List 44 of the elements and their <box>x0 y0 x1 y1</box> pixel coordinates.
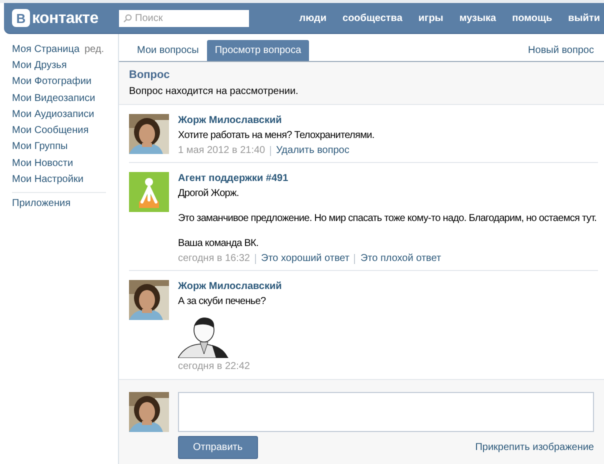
action-link[interactable]: Это плохой ответ <box>354 254 442 264</box>
tab[interactable]: Мои вопросы <box>129 40 207 61</box>
tab[interactable]: Просмотр вопроса <box>206 40 310 61</box>
sidebar-link[interactable]: Моя Страница <box>12 42 80 56</box>
author-link[interactable]: Жорж Милославский <box>178 114 374 127</box>
nav-link[interactable]: сообщества <box>334 12 410 24</box>
message-text: А за скуби печенье? <box>178 295 267 308</box>
attach-image-link[interactable]: Прикрепить изображение <box>475 441 594 454</box>
sidebar-link[interactable]: Мои Группы <box>12 140 68 154</box>
author-link[interactable]: Агент поддержки #491 <box>178 172 597 185</box>
message-text: Это заманчивое предложение. Но мир спасать тоже кому-то надо. Благодарим, но остаемся тут. <box>178 212 597 225</box>
nav-link[interactable]: музыка <box>451 12 504 24</box>
sidebar-link[interactable]: Мои Видеозаписи <box>12 92 96 105</box>
message-text: Дрогой Жорж. <box>178 187 240 200</box>
nav-link[interactable]: люди <box>291 12 335 24</box>
logo-text[interactable]: контакте <box>32 12 98 24</box>
sidebar-link[interactable]: Приложения <box>12 197 71 210</box>
new-question-link[interactable]: Новый вопрос <box>528 40 594 61</box>
action-link[interactable]: Это хороший ответ <box>255 254 350 264</box>
question-title: Вопрос <box>129 69 171 82</box>
logo-mark[interactable]: В <box>12 9 30 27</box>
sidebar-link[interactable]: Мои Друзья <box>12 58 67 72</box>
timestamp: 1 мая 2012 в 21:40 <box>178 144 266 157</box>
nav-link[interactable]: помощь <box>504 12 560 24</box>
edit-link[interactable]: ред. <box>84 42 104 56</box>
search-icon <box>123 14 132 22</box>
message-text: Хотите работать на меня? Телохранителями. <box>178 129 374 142</box>
send-button[interactable]: Отправить <box>178 436 258 459</box>
sidebar-link[interactable]: Мои Новости <box>12 156 74 170</box>
timestamp: сегодня в 16:32 <box>178 252 250 265</box>
nav-link[interactable]: выйти <box>560 12 604 24</box>
sidebar-link[interactable]: Мои Сообщения <box>12 124 89 138</box>
message-text: Ваша команда ВК. <box>178 237 260 250</box>
support-logo-icon <box>129 172 169 212</box>
action-link[interactable]: Удалить вопрос <box>270 146 350 156</box>
timestamp: сегодня в 22:42 <box>178 360 250 373</box>
sidebar-link[interactable]: Мои Аудиозаписи <box>12 108 94 121</box>
question-status: Вопрос находится на рассмотрении. <box>129 85 300 98</box>
author-link[interactable]: Жорж Милославский <box>178 280 282 293</box>
sidebar-link[interactable]: Мои Фотографии <box>12 75 92 88</box>
sidebar-link[interactable]: Мои Настройки <box>12 173 84 186</box>
search-field[interactable]: Поиск <box>119 10 249 26</box>
nav-link[interactable]: игры <box>410 12 452 24</box>
reply-field[interactable] <box>178 392 594 432</box>
